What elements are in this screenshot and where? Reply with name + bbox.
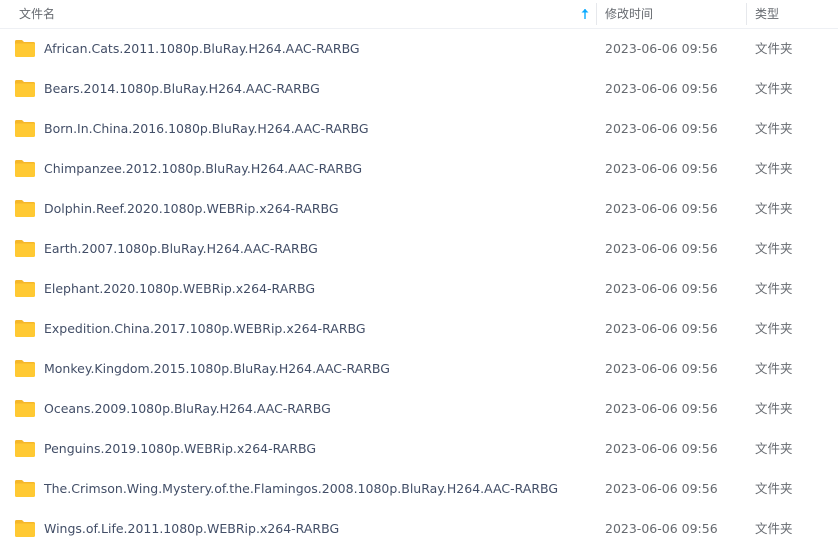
file-mtime: 2023-06-06 09:56 <box>605 201 718 216</box>
folder-icon <box>15 520 35 537</box>
list-item[interactable]: Elephant.2020.1080p.WEBRip.x264-RARBG 20… <box>0 269 838 309</box>
file-type: 文件夹 <box>755 41 793 56</box>
file-mtime: 2023-06-06 09:56 <box>605 241 718 256</box>
list-item[interactable]: Wings.of.Life.2011.1080p.WEBRip.x264-RAR… <box>0 509 838 549</box>
file-name[interactable]: The.Crimson.Wing.Mystery.of.the.Flamingo… <box>44 469 558 509</box>
file-type: 文件夹 <box>755 521 793 536</box>
file-mtime: 2023-06-06 09:56 <box>605 481 718 496</box>
folder-icon <box>15 480 35 497</box>
file-name[interactable]: Wings.of.Life.2011.1080p.WEBRip.x264-RAR… <box>44 509 339 549</box>
list-item[interactable]: Dolphin.Reef.2020.1080p.WEBRip.x264-RARB… <box>0 189 838 229</box>
file-type: 文件夹 <box>755 441 793 456</box>
list-item[interactable]: African.Cats.2011.1080p.BluRay.H264.AAC-… <box>0 29 838 69</box>
file-name[interactable]: Monkey.Kingdom.2015.1080p.BluRay.H264.AA… <box>44 349 390 389</box>
list-header: 文件名 修改时间 类型 <box>0 0 838 29</box>
list-item[interactable]: Expedition.China.2017.1080p.WEBRip.x264-… <box>0 309 838 349</box>
file-type: 文件夹 <box>755 281 793 296</box>
list-item[interactable]: The.Crimson.Wing.Mystery.of.the.Flamingo… <box>0 469 838 509</box>
folder-icon <box>15 240 35 257</box>
folder-icon <box>15 360 35 377</box>
file-name[interactable]: Bears.2014.1080p.BluRay.H264.AAC-RARBG <box>44 69 320 109</box>
file-name[interactable]: Earth.2007.1080p.BluRay.H264.AAC-RARBG <box>44 229 318 269</box>
file-type: 文件夹 <box>755 481 793 496</box>
column-header-mtime[interactable]: 修改时间 <box>605 0 745 28</box>
file-list: 文件名 修改时间 类型 African.Cats.2011.1080p.BluR… <box>0 0 838 550</box>
file-rows: African.Cats.2011.1080p.BluRay.H264.AAC-… <box>0 29 838 549</box>
column-header-type[interactable]: 类型 <box>755 0 835 28</box>
column-header-name[interactable]: 文件名 <box>19 0 594 28</box>
file-type: 文件夹 <box>755 361 793 376</box>
folder-icon <box>15 80 35 97</box>
file-mtime: 2023-06-06 09:56 <box>605 41 718 56</box>
folder-icon <box>15 200 35 217</box>
column-separator[interactable] <box>596 3 597 25</box>
list-item[interactable]: Chimpanzee.2012.1080p.BluRay.H264.AAC-RA… <box>0 149 838 189</box>
folder-icon <box>15 320 35 337</box>
file-mtime: 2023-06-06 09:56 <box>605 401 718 416</box>
file-name[interactable]: Born.In.China.2016.1080p.BluRay.H264.AAC… <box>44 109 369 149</box>
file-mtime: 2023-06-06 09:56 <box>605 441 718 456</box>
file-mtime: 2023-06-06 09:56 <box>605 521 718 536</box>
file-name[interactable]: Chimpanzee.2012.1080p.BluRay.H264.AAC-RA… <box>44 149 362 189</box>
folder-icon <box>15 40 35 57</box>
folder-icon <box>15 400 35 417</box>
list-item[interactable]: Monkey.Kingdom.2015.1080p.BluRay.H264.AA… <box>0 349 838 389</box>
file-type: 文件夹 <box>755 121 793 136</box>
file-type: 文件夹 <box>755 241 793 256</box>
file-name[interactable]: African.Cats.2011.1080p.BluRay.H264.AAC-… <box>44 29 360 69</box>
file-mtime: 2023-06-06 09:56 <box>605 281 718 296</box>
file-name[interactable]: Elephant.2020.1080p.WEBRip.x264-RARBG <box>44 269 315 309</box>
folder-icon <box>15 280 35 297</box>
folder-icon <box>15 160 35 177</box>
folder-icon <box>15 440 35 457</box>
file-name[interactable]: Penguins.2019.1080p.WEBRip.x264-RARBG <box>44 429 316 469</box>
file-type: 文件夹 <box>755 81 793 96</box>
arrow-up-icon[interactable] <box>580 7 590 21</box>
file-type: 文件夹 <box>755 401 793 416</box>
file-mtime: 2023-06-06 09:56 <box>605 361 718 376</box>
folder-icon <box>15 120 35 137</box>
file-type: 文件夹 <box>755 201 793 216</box>
column-separator[interactable] <box>746 3 747 25</box>
list-item[interactable]: Bears.2014.1080p.BluRay.H264.AAC-RARBG 2… <box>0 69 838 109</box>
file-mtime: 2023-06-06 09:56 <box>605 81 718 96</box>
file-name[interactable]: Dolphin.Reef.2020.1080p.WEBRip.x264-RARB… <box>44 189 339 229</box>
list-item[interactable]: Earth.2007.1080p.BluRay.H264.AAC-RARBG 2… <box>0 229 838 269</box>
list-item[interactable]: Oceans.2009.1080p.BluRay.H264.AAC-RARBG … <box>0 389 838 429</box>
list-item[interactable]: Born.In.China.2016.1080p.BluRay.H264.AAC… <box>0 109 838 149</box>
file-name[interactable]: Expedition.China.2017.1080p.WEBRip.x264-… <box>44 309 366 349</box>
file-type: 文件夹 <box>755 321 793 336</box>
file-mtime: 2023-06-06 09:56 <box>605 321 718 336</box>
file-type: 文件夹 <box>755 161 793 176</box>
file-mtime: 2023-06-06 09:56 <box>605 121 718 136</box>
file-mtime: 2023-06-06 09:56 <box>605 161 718 176</box>
list-item[interactable]: Penguins.2019.1080p.WEBRip.x264-RARBG 20… <box>0 429 838 469</box>
file-name[interactable]: Oceans.2009.1080p.BluRay.H264.AAC-RARBG <box>44 389 331 429</box>
